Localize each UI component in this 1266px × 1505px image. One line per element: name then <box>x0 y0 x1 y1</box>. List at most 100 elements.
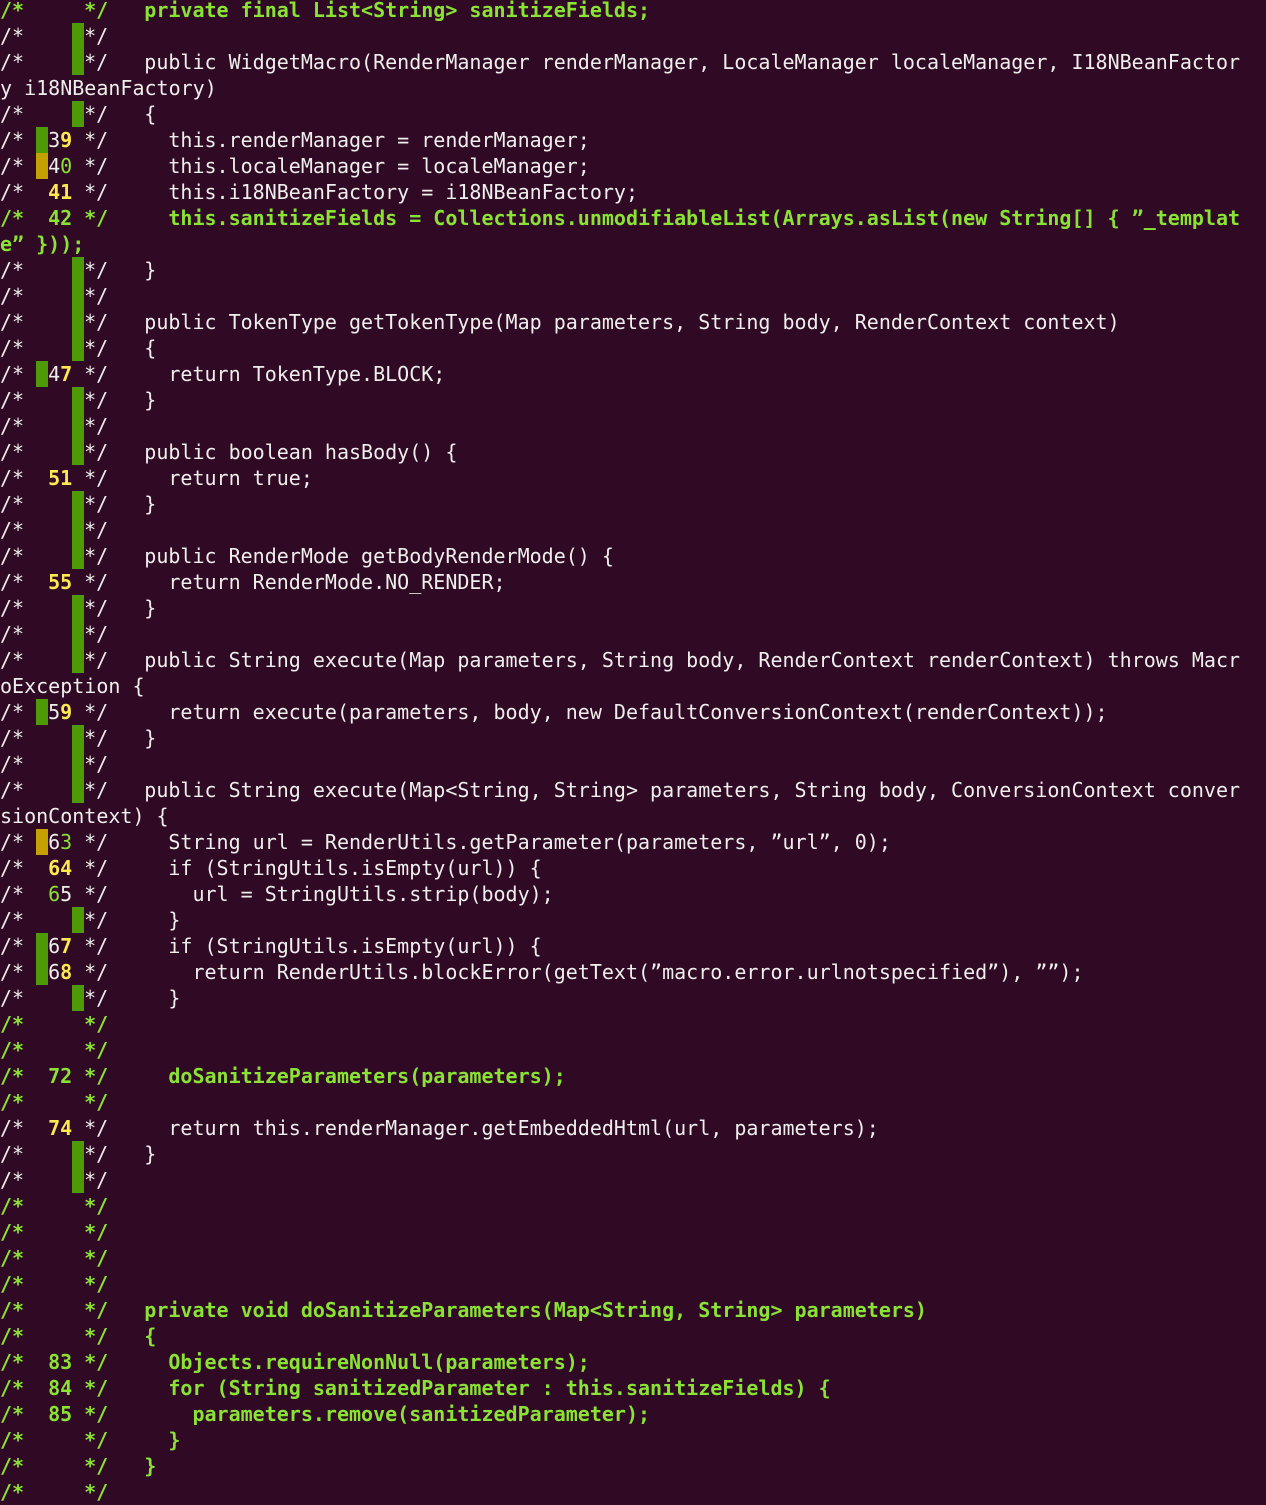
line-number-digit: 5 <box>48 700 61 724</box>
comment-close: */ <box>84 154 109 178</box>
gutter-space <box>72 1063 84 1089</box>
gutter-space <box>24 1453 36 1479</box>
line-number-gutter: /* */ <box>0 907 108 933</box>
comment-close: */ <box>84 1324 109 1348</box>
gutter-space <box>24 517 36 543</box>
line-number-gutter: /* 59 */ <box>0 699 108 725</box>
change-marker-bar <box>36 153 49 179</box>
comment-open: /* <box>0 206 25 230</box>
comment-close: */ <box>84 518 109 542</box>
gutter-space <box>24 543 36 569</box>
change-marker-bar <box>72 647 85 673</box>
gutter-space <box>24 985 36 1011</box>
gutter-space <box>36 595 48 621</box>
comment-close: */ <box>84 1012 109 1036</box>
comment-close: */ <box>84 752 109 776</box>
line-number-digit <box>60 1271 72 1297</box>
code-line: /* 39 */ this.renderManager = renderMana… <box>0 127 1266 153</box>
line-number-gutter: /* */ <box>0 1167 108 1193</box>
line-number-digit <box>60 0 72 23</box>
code-line: /* 72 */ doSanitizeParameters(parameters… <box>0 1063 1266 1089</box>
comment-open: /* <box>0 1090 25 1114</box>
line-number-gutter: /* 85 */ <box>0 1401 108 1427</box>
code-text: parameters.remove(sanitizedParameter); <box>108 1402 651 1426</box>
line-number-digit <box>48 1297 60 1323</box>
line-number-gutter: /* 64 */ <box>0 855 108 881</box>
gutter-space <box>72 127 84 153</box>
line-number-digit <box>48 1219 60 1245</box>
change-marker-bar <box>72 413 85 439</box>
comment-open: /* <box>0 778 25 802</box>
gutter-space <box>24 621 36 647</box>
line-number-digit <box>48 335 60 361</box>
comment-close: */ <box>84 1038 109 1062</box>
comment-open: /* <box>0 466 25 490</box>
code-line: /* */ <box>0 1167 1266 1193</box>
comment-open: /* <box>0 440 25 464</box>
line-number-gutter: /* 83 */ <box>0 1349 108 1375</box>
gutter-space <box>36 205 48 231</box>
gutter-space <box>24 101 36 127</box>
code-text: sionContext) { <box>0 804 169 828</box>
gutter-space <box>24 1427 36 1453</box>
code-text: } <box>108 908 181 932</box>
line-number-digit: 5 <box>60 882 73 906</box>
gutter-space <box>24 491 36 517</box>
gutter-space <box>24 933 36 959</box>
gutter-space <box>24 1297 36 1323</box>
code-line: /* */ } <box>0 1427 1266 1453</box>
code-line: /* */ public WidgetMacro(RenderManager r… <box>0 49 1266 75</box>
gutter-space <box>24 257 36 283</box>
line-number-gutter: /* */ <box>0 595 108 621</box>
line-number-digit <box>60 1453 72 1479</box>
line-number-digit <box>60 283 72 309</box>
line-number-digit <box>60 621 72 647</box>
gutter-space <box>36 283 48 309</box>
comment-close: */ <box>84 882 109 906</box>
gutter-space <box>24 959 36 985</box>
line-number-gutter: /* */ <box>0 1479 108 1505</box>
change-marker-bar <box>72 335 85 361</box>
change-marker-bar <box>36 361 49 387</box>
gutter-space <box>24 1063 36 1089</box>
comment-close: */ <box>84 544 109 568</box>
code-line: /* 85 */ parameters.remove(sanitizedPara… <box>0 1401 1266 1427</box>
code-line: /* */ } <box>0 595 1266 621</box>
line-number-digit <box>48 1453 60 1479</box>
code-line: /* */ } <box>0 725 1266 751</box>
line-number-gutter: /* */ <box>0 543 108 569</box>
change-marker-bar <box>72 491 85 517</box>
comment-open: /* <box>0 648 25 672</box>
line-number-digit <box>60 1297 72 1323</box>
comment-close: */ <box>84 908 109 932</box>
line-number-digit <box>48 777 60 803</box>
line-number-gutter: /* 74 */ <box>0 1115 108 1141</box>
comment-close: */ <box>84 1454 109 1478</box>
line-number-gutter: /* */ <box>0 257 108 283</box>
change-marker-bar <box>72 49 85 75</box>
code-line: /* */ <box>0 517 1266 543</box>
comment-open: /* <box>0 726 25 750</box>
comment-close: */ <box>84 778 109 802</box>
gutter-space <box>24 439 36 465</box>
change-marker-bar <box>36 933 49 959</box>
terminal-code-view[interactable]: /* */ private final List<String> sanitiz… <box>0 0 1266 1505</box>
change-marker-bar <box>72 23 85 49</box>
line-number-digit <box>48 49 60 75</box>
gutter-space <box>24 1011 36 1037</box>
line-number-gutter: /* */ <box>0 621 108 647</box>
line-number-digit: 1 <box>60 180 73 204</box>
comment-open: /* <box>0 102 25 126</box>
line-number-gutter: /* */ <box>0 1271 108 1297</box>
gutter-space <box>36 257 48 283</box>
line-number-digit <box>48 595 60 621</box>
code-text: public boolean hasBody() { <box>108 440 458 464</box>
line-number-digit <box>60 517 72 543</box>
line-number-gutter: /* 67 */ <box>0 933 108 959</box>
comment-open: /* <box>0 1220 25 1244</box>
comment-open: /* <box>0 414 25 438</box>
code-line: /* */ <box>0 1089 1266 1115</box>
gutter-space <box>36 1193 48 1219</box>
code-text: } <box>108 1428 181 1452</box>
gutter-space <box>36 1089 48 1115</box>
